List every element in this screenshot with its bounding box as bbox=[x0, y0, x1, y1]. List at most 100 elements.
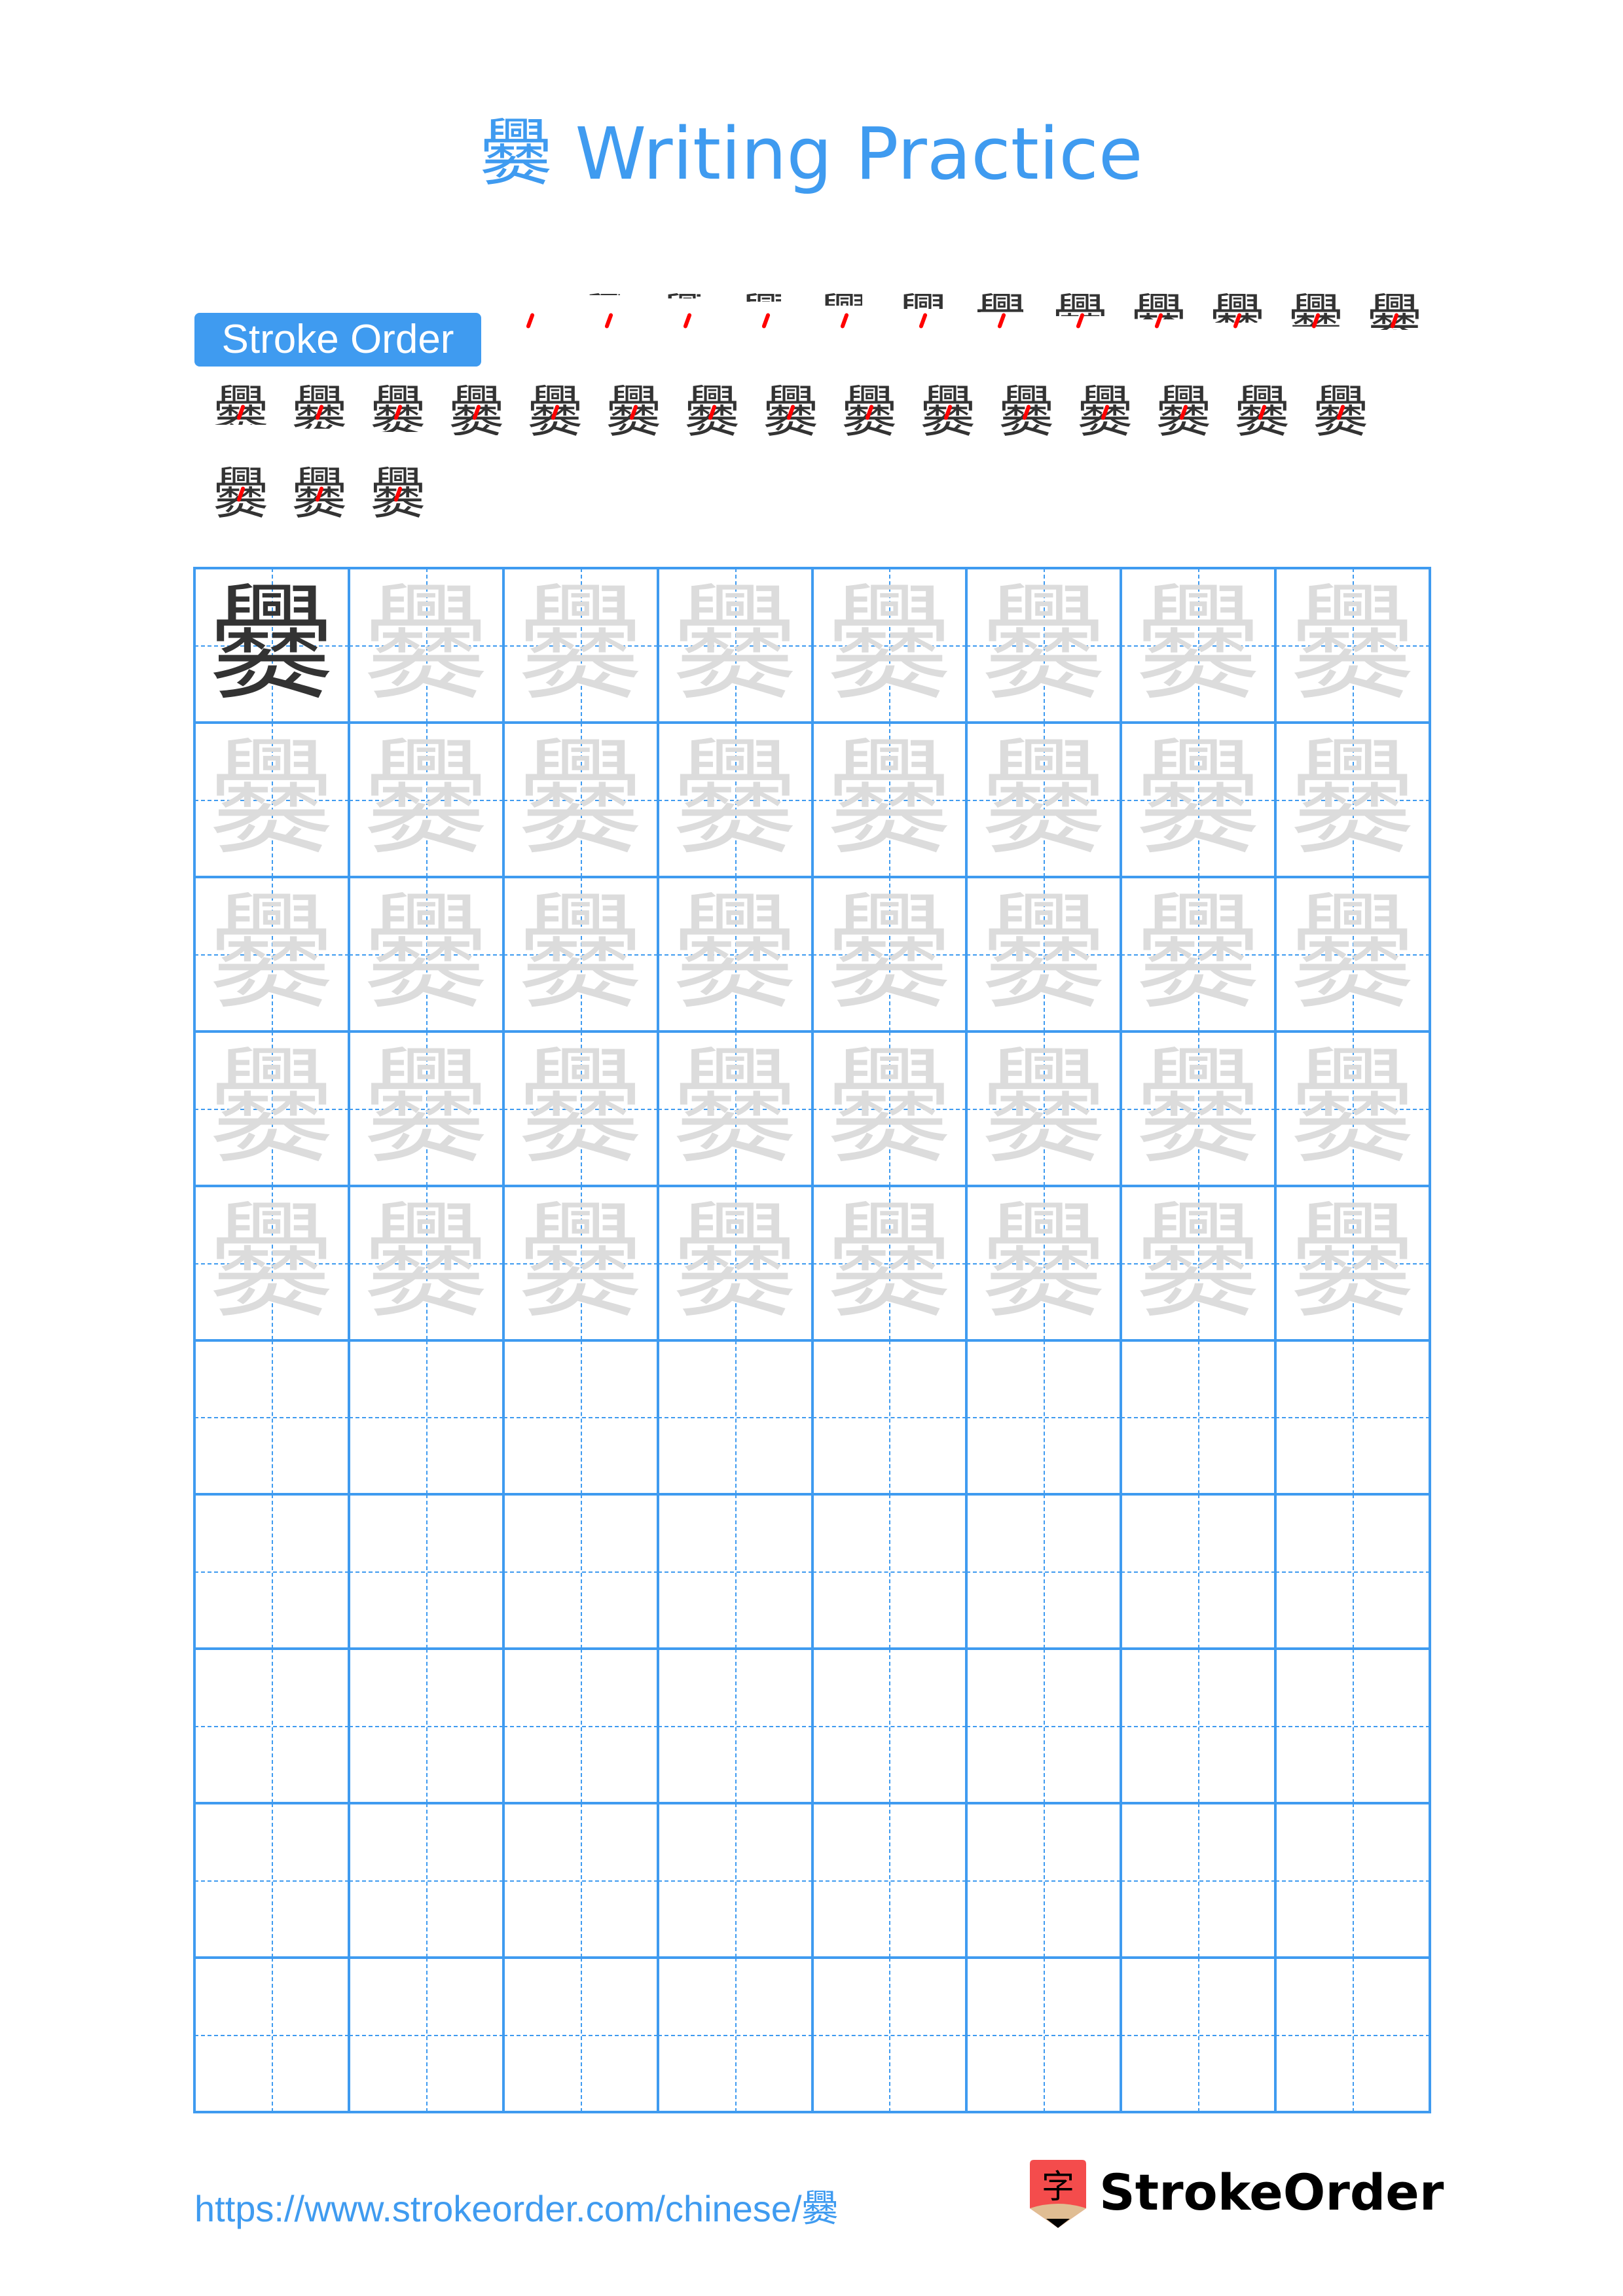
practice-cell[interactable] bbox=[194, 1649, 349, 1804]
footer-url-link[interactable]: https://www.strokeorder.com/chinese/爨 bbox=[194, 2179, 839, 2233]
practice-cell[interactable] bbox=[1275, 1494, 1430, 1649]
current-stroke-mark bbox=[919, 312, 928, 329]
practice-cell[interactable]: 爨 bbox=[1121, 876, 1276, 1031]
practice-cell[interactable]: 爨 bbox=[194, 1031, 349, 1186]
practice-cell[interactable] bbox=[966, 1803, 1122, 1958]
practice-cell[interactable] bbox=[966, 1958, 1122, 2112]
practice-cell[interactable] bbox=[657, 1340, 812, 1495]
practice-cell[interactable]: 爨 bbox=[657, 722, 812, 877]
practice-cell[interactable]: 爨 bbox=[503, 1031, 658, 1186]
practice-cell[interactable]: 爨 bbox=[812, 1031, 967, 1186]
grid-line-horizontal bbox=[193, 567, 1431, 569]
practice-cell[interactable]: 爨 bbox=[503, 1185, 658, 1340]
current-stroke-mark bbox=[604, 312, 613, 329]
trace-character: 爨 bbox=[672, 1190, 797, 1335]
practice-cell[interactable] bbox=[657, 1649, 812, 1804]
practice-cell[interactable]: 爨 bbox=[657, 1031, 812, 1186]
practice-cell[interactable]: 爨 bbox=[194, 568, 349, 723]
practice-cell[interactable]: 爨 bbox=[194, 1185, 349, 1340]
practice-cell[interactable]: 爨 bbox=[1121, 1031, 1276, 1186]
guide-line-vertical bbox=[889, 1340, 891, 1495]
practice-cell[interactable]: 爨 bbox=[1275, 1185, 1430, 1340]
practice-cell[interactable] bbox=[1121, 1494, 1276, 1649]
trace-character: 爨 bbox=[518, 573, 643, 717]
practice-cell[interactable]: 爨 bbox=[194, 876, 349, 1031]
practice-cell[interactable]: 爨 bbox=[657, 568, 812, 723]
practice-cell[interactable]: 爨 bbox=[966, 1031, 1122, 1186]
practice-cell[interactable]: 爨 bbox=[194, 722, 349, 877]
trace-character: 爨 bbox=[1290, 1035, 1415, 1181]
practice-cell[interactable]: 爨 bbox=[503, 876, 658, 1031]
guide-line-vertical bbox=[1198, 1494, 1200, 1649]
guide-line-vertical bbox=[580, 1340, 582, 1495]
stroke-step: 爨 bbox=[1283, 288, 1349, 353]
practice-cell[interactable] bbox=[348, 1958, 503, 2112]
practice-cell[interactable] bbox=[348, 1649, 503, 1804]
practice-cell[interactable] bbox=[1121, 1340, 1276, 1495]
practice-cell[interactable] bbox=[812, 1494, 967, 1649]
practice-cell[interactable] bbox=[1275, 1649, 1430, 1804]
practice-cell[interactable] bbox=[194, 1803, 349, 1958]
practice-cell[interactable] bbox=[966, 1340, 1122, 1495]
practice-cell[interactable]: 爨 bbox=[966, 876, 1122, 1031]
practice-cell[interactable] bbox=[503, 1649, 658, 1804]
practice-cell[interactable] bbox=[503, 1340, 658, 1495]
practice-cell[interactable] bbox=[194, 1340, 349, 1495]
practice-cell[interactable]: 爨 bbox=[1275, 568, 1430, 723]
practice-cell[interactable] bbox=[1121, 1958, 1276, 2112]
practice-cell[interactable]: 爨 bbox=[812, 1185, 967, 1340]
practice-cell[interactable] bbox=[194, 1958, 349, 2112]
practice-cell[interactable] bbox=[348, 1494, 503, 1649]
practice-cell[interactable] bbox=[966, 1494, 1122, 1649]
practice-cell[interactable] bbox=[1121, 1649, 1276, 1804]
practice-cell[interactable]: 爨 bbox=[966, 722, 1122, 877]
practice-cell[interactable]: 爨 bbox=[503, 568, 658, 723]
practice-cell[interactable] bbox=[812, 1803, 967, 1958]
practice-cell[interactable]: 爨 bbox=[348, 568, 503, 723]
practice-cell[interactable] bbox=[194, 1494, 349, 1649]
guide-line-vertical bbox=[889, 1803, 891, 1958]
practice-cell[interactable]: 爨 bbox=[503, 722, 658, 877]
practice-cell[interactable] bbox=[812, 1649, 967, 1804]
stroke-step: 爨 bbox=[522, 380, 588, 445]
practice-cell[interactable]: 爨 bbox=[1275, 722, 1430, 877]
practice-cell[interactable]: 爨 bbox=[348, 1185, 503, 1340]
practice-cell[interactable] bbox=[1275, 1803, 1430, 1958]
practice-cell[interactable]: 爨 bbox=[348, 722, 503, 877]
practice-cell[interactable] bbox=[503, 1803, 658, 1958]
practice-cell[interactable] bbox=[657, 1803, 812, 1958]
practice-cell[interactable]: 爨 bbox=[812, 722, 967, 877]
practice-cell[interactable] bbox=[503, 1494, 658, 1649]
stroke-step: 爨 bbox=[758, 380, 824, 445]
practice-cell[interactable]: 爨 bbox=[966, 568, 1122, 723]
practice-cell[interactable]: 爨 bbox=[1275, 876, 1430, 1031]
guide-line-vertical bbox=[426, 1340, 428, 1495]
practice-cell[interactable] bbox=[657, 1494, 812, 1649]
practice-cell[interactable]: 爨 bbox=[812, 568, 967, 723]
practice-cell[interactable] bbox=[812, 1340, 967, 1495]
practice-cell[interactable] bbox=[348, 1340, 503, 1495]
practice-cell[interactable] bbox=[812, 1958, 967, 2112]
grid-line-horizontal bbox=[193, 1338, 1431, 1342]
practice-cell[interactable] bbox=[1275, 1340, 1430, 1495]
practice-cell[interactable] bbox=[657, 1958, 812, 2112]
practice-cell[interactable]: 爨 bbox=[812, 876, 967, 1031]
stroke-step: 爨 bbox=[208, 461, 274, 527]
practice-cell[interactable] bbox=[1121, 1803, 1276, 1958]
practice-cell[interactable]: 爨 bbox=[966, 1185, 1122, 1340]
practice-cell[interactable]: 爨 bbox=[657, 1185, 812, 1340]
practice-cell[interactable]: 爨 bbox=[1121, 568, 1276, 723]
grid-line-horizontal bbox=[193, 721, 1431, 724]
practice-cell[interactable] bbox=[1275, 1958, 1430, 2112]
practice-cell[interactable] bbox=[503, 1958, 658, 2112]
practice-cell[interactable]: 爨 bbox=[1121, 1185, 1276, 1340]
practice-cell[interactable]: 爨 bbox=[348, 1031, 503, 1186]
practice-cell[interactable] bbox=[966, 1649, 1122, 1804]
practice-cell[interactable] bbox=[348, 1803, 503, 1958]
guide-line-vertical bbox=[580, 1649, 582, 1804]
practice-cell[interactable]: 爨 bbox=[657, 876, 812, 1031]
practice-cell[interactable]: 爨 bbox=[1275, 1031, 1430, 1186]
guide-line-vertical bbox=[735, 1958, 737, 2112]
practice-cell[interactable]: 爨 bbox=[348, 876, 503, 1031]
practice-cell[interactable]: 爨 bbox=[1121, 722, 1276, 877]
